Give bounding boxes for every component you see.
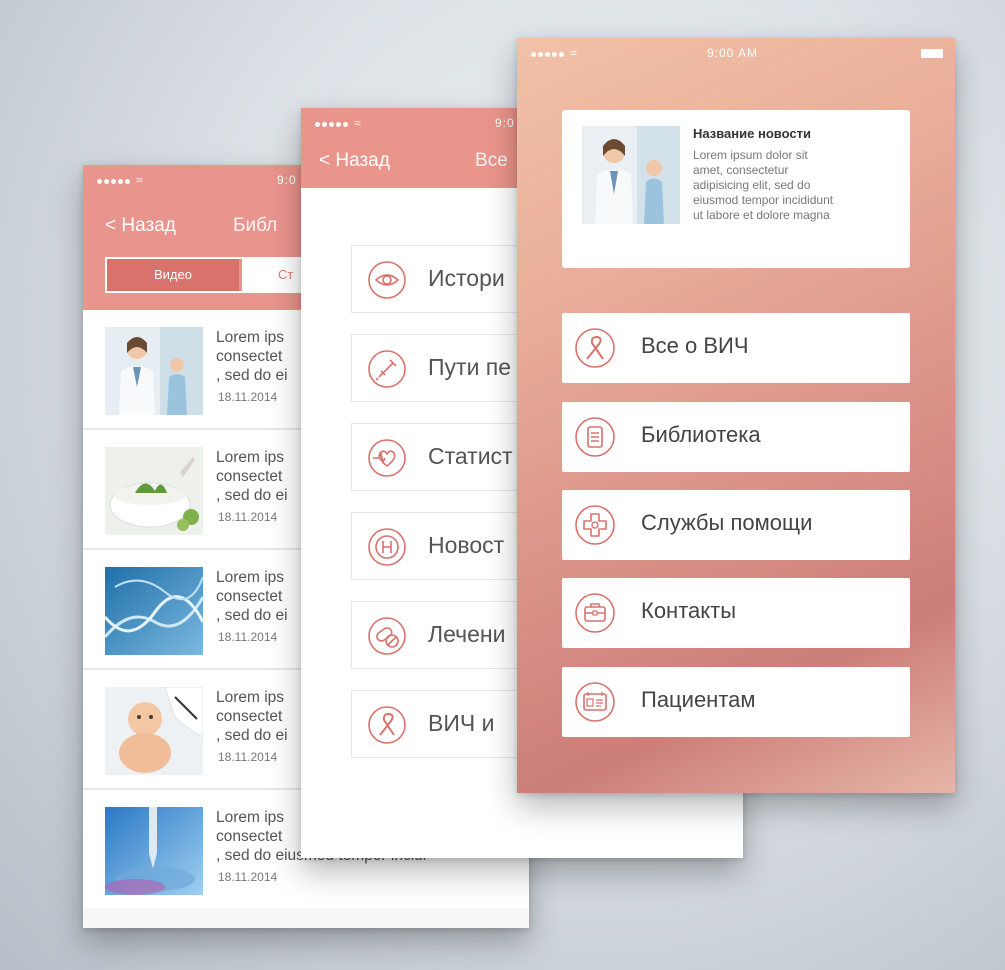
menu-item-label: Службы помощи [641, 510, 813, 535]
item-date: 18.11.2014 [218, 630, 278, 644]
signal-icon [97, 173, 132, 187]
battery-icon [921, 49, 943, 58]
menu-item-label: Все о ВИЧ [641, 333, 749, 358]
nav-title: Библ [233, 215, 278, 236]
signal-icon [531, 46, 566, 60]
news-card[interactable]: Название новости Lorem ipsum dolor sit a… [562, 110, 910, 268]
item-text: Lorem ips consectet , sed do ei [216, 569, 288, 624]
ribbon-icon [368, 706, 406, 744]
ribbon-icon [575, 328, 615, 368]
lab-pipette-photo [105, 807, 203, 895]
wifi-icon: ≈ [136, 173, 144, 187]
status-bar: ≈ 9:0 [97, 173, 296, 187]
item-text: Lorem ips consectet , sed do ei [216, 689, 288, 744]
menu-item-patients[interactable]: Пациентам [562, 667, 910, 737]
pills-icon [368, 617, 406, 655]
id-card-icon [575, 682, 615, 722]
tab-video[interactable]: Видео [107, 259, 239, 291]
syringe-icon [368, 350, 406, 388]
briefcase-icon [575, 593, 615, 633]
item-date: 18.11.2014 [218, 750, 278, 764]
menu-item-label: Контакты [641, 598, 737, 623]
menu-item-label: Библиотека [641, 422, 761, 447]
item-date: 18.11.2014 [218, 510, 278, 524]
herbs-mortar-photo [105, 447, 203, 535]
menu-item-label: Пути пе [428, 354, 512, 380]
menu-item-contacts[interactable]: Контакты [562, 578, 910, 648]
menu-item-label: ВИЧ и [428, 710, 495, 736]
nav-title: Все [475, 150, 508, 171]
h-letter-icon [368, 528, 406, 566]
menu-item-library[interactable]: Библиотека [562, 402, 910, 472]
heartbeat-icon [368, 439, 406, 477]
item-date: 18.11.2014 [218, 390, 278, 404]
doctor-photo [105, 327, 203, 415]
doctor-photo [582, 126, 680, 224]
status-time: 9:0 [277, 173, 297, 187]
menu-item-label: Пациентам [641, 687, 756, 712]
back-button[interactable]: < Назад [319, 150, 390, 172]
menu-item-label: Новост [428, 532, 505, 558]
signal-icon [315, 116, 350, 130]
item-date: 18.11.2014 [218, 870, 278, 884]
news-title: Название новости [693, 126, 811, 141]
menu-item-label: Статист [428, 443, 513, 469]
status-bar: ≈ 9:0 [315, 116, 514, 130]
medical-cross-icon [575, 505, 615, 545]
menu-item-label: Лечени [428, 621, 506, 647]
menu-item-label: Истори [428, 265, 505, 291]
item-text: Lorem ips consectet , sed do ei [216, 449, 288, 504]
phone-home-screen: ≈ 9:00 AM Название новости Lorem ipsum d… [517, 38, 955, 793]
status-time: 9:00 AM [707, 46, 759, 60]
back-button[interactable]: < Назад [105, 215, 176, 237]
menu-item-help-services[interactable]: Службы помощи [562, 490, 910, 560]
wifi-icon: ≈ [570, 46, 578, 60]
document-icon [575, 417, 615, 457]
news-body: Lorem ipsum dolor sit amet, consectetur … [693, 148, 834, 222]
wifi-icon: ≈ [354, 116, 362, 130]
menu-item-all-about-hiv[interactable]: Все о ВИЧ [562, 313, 910, 383]
item-text: Lorem ips consectet , sed do ei [216, 329, 288, 384]
eye-icon [368, 261, 406, 299]
dna-photo [105, 567, 203, 655]
status-time: 9:0 [495, 116, 515, 130]
baby-photo [105, 687, 203, 775]
status-bar: ≈ 9:00 AM [531, 46, 951, 60]
